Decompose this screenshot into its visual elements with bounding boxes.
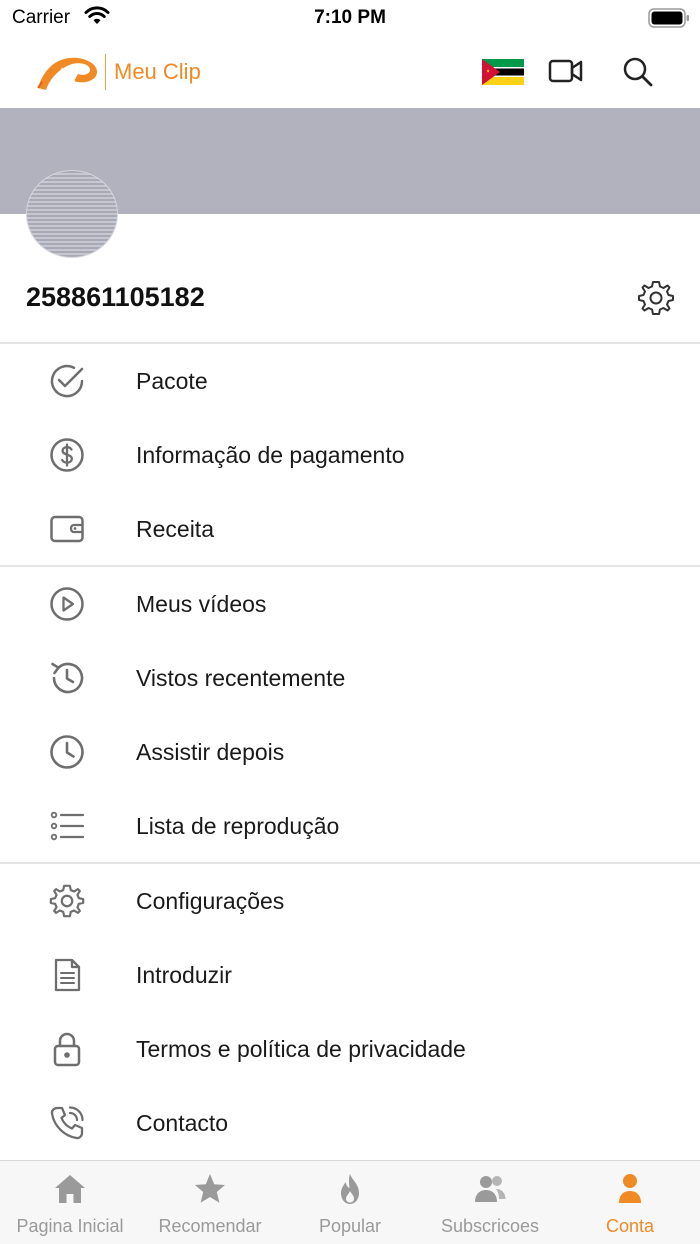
tab-label: Recomendar — [158, 1216, 262, 1236]
gear-icon — [48, 882, 86, 920]
menu-label: Assistir depois — [136, 739, 285, 765]
menu-label: Introduzir — [136, 962, 232, 988]
users-icon — [472, 1171, 508, 1207]
clock-icon — [48, 733, 86, 771]
app-header: Meu Clip — [0, 36, 700, 108]
menu-label: Contacto — [136, 1110, 229, 1136]
menu-item-pacote[interactable]: Pacote — [0, 344, 700, 418]
menu-item-terms-privacy[interactable]: Termos e política de privacidade — [0, 1012, 700, 1086]
menu-label: Termos e política de privacidade — [136, 1036, 466, 1062]
play-circle-icon — [48, 585, 86, 623]
menu-label: Configurações — [136, 888, 285, 914]
tab-subscriptions[interactable]: Subscricoes — [420, 1161, 560, 1244]
tab-popular[interactable]: Popular — [280, 1161, 420, 1244]
menu-item-playlist[interactable]: Lista de reprodução — [0, 789, 700, 863]
lock-icon — [48, 1030, 86, 1068]
settings-gear-icon[interactable] — [636, 278, 676, 323]
tab-label: Popular — [318, 1216, 382, 1236]
menu-item-recently-viewed[interactable]: Vistos recentemente — [0, 641, 700, 715]
phone-icon — [48, 1104, 86, 1142]
meu-clip-logo[interactable] — [34, 48, 104, 94]
bottom-tab-bar: Pagina Inicial Recomendar Popular Subscr… — [0, 1160, 700, 1244]
menu-label: Informação de pagamento — [136, 442, 405, 468]
tab-account[interactable]: Conta — [560, 1161, 700, 1244]
status-time: 7:10 PM — [314, 7, 386, 28]
mozambique-flag-icon[interactable] — [482, 59, 524, 85]
menu-label: Pacote — [136, 368, 208, 394]
tab-home[interactable]: Pagina Inicial — [0, 1161, 140, 1244]
list-icon — [48, 807, 86, 845]
star-icon — [192, 1171, 228, 1207]
logo-divider — [105, 54, 106, 90]
menu-item-watch-later[interactable]: Assistir depois — [0, 715, 700, 789]
menu-label: Receita — [136, 516, 214, 542]
home-icon — [52, 1171, 88, 1207]
fire-icon — [332, 1171, 368, 1207]
tab-label: Pagina Inicial — [16, 1216, 124, 1236]
battery-icon — [648, 8, 690, 33]
tab-recommend[interactable]: Recomendar — [140, 1161, 280, 1244]
profile-row: 258861105182 — [0, 270, 700, 342]
tab-label: Subscricoes — [440, 1216, 540, 1236]
menu-item-settings[interactable]: Configurações — [0, 864, 700, 938]
app-title: Meu Clip — [114, 59, 201, 84]
menu-label: Meus vídeos — [136, 591, 267, 617]
search-icon[interactable] — [622, 56, 654, 93]
person-icon — [612, 1171, 648, 1207]
check-circle-icon — [48, 362, 86, 400]
menu-item-payment-info[interactable]: Informação de pagamento — [0, 418, 700, 492]
document-icon — [48, 956, 86, 994]
dollar-circle-icon — [48, 436, 86, 474]
wallet-icon — [48, 510, 86, 548]
menu-item-contact[interactable]: Contacto — [0, 1086, 700, 1160]
avatar[interactable] — [26, 170, 118, 258]
username: 258861105182 — [26, 282, 205, 312]
tab-label: Conta — [605, 1216, 655, 1236]
menu-item-introduzir[interactable]: Introduzir — [0, 938, 700, 1012]
status-bar: Carrier 7:10 PM — [0, 0, 700, 36]
history-icon — [48, 659, 86, 697]
menu-item-my-videos[interactable]: Meus vídeos — [0, 567, 700, 641]
menu-label: Lista de reprodução — [136, 813, 340, 839]
menu-item-receita[interactable]: Receita — [0, 492, 700, 566]
video-camera-icon[interactable] — [548, 56, 584, 91]
menu-label: Vistos recentemente — [136, 665, 346, 691]
